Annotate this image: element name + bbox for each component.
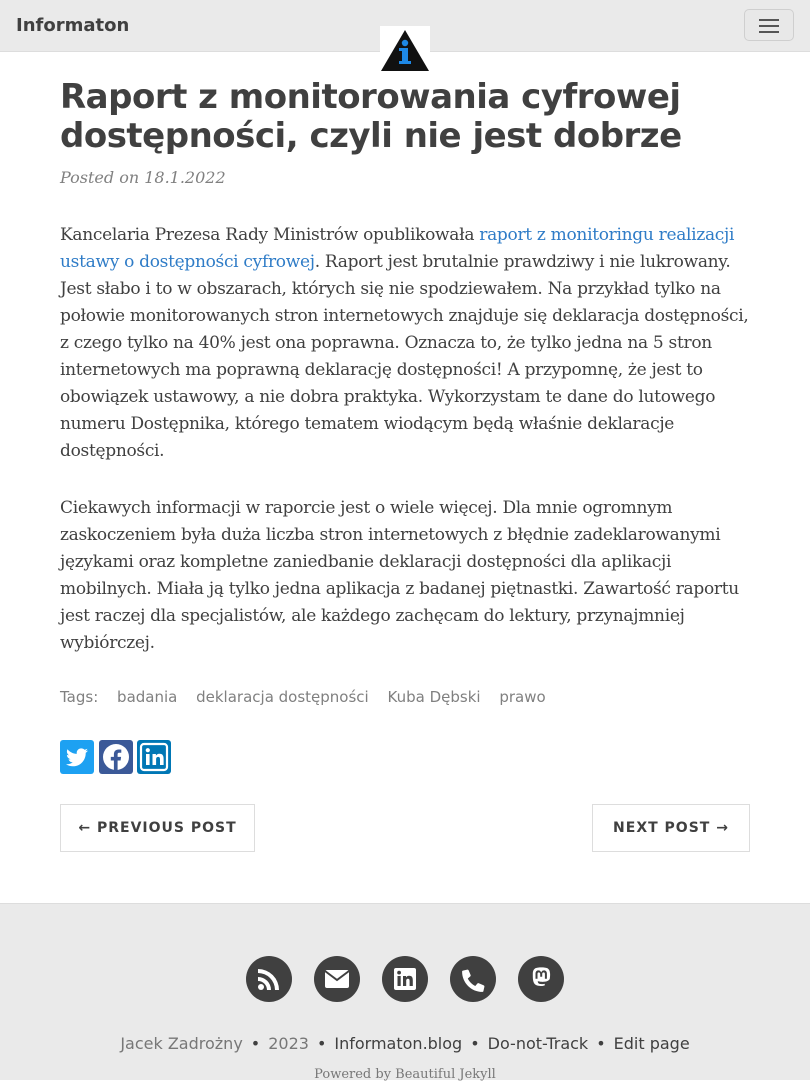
rss-icon [258,969,279,990]
info-logo-icon [381,30,429,71]
next-post-button[interactable]: NEXT POST → [592,804,750,852]
previous-post-button[interactable]: ← PREVIOUS POST [60,804,255,852]
menu-toggle-button[interactable] [744,9,794,41]
facebook-icon [103,744,129,770]
post-title: Raport z monitorowania cyfrowej dostępno… [60,77,682,156]
site-brand[interactable]: Informaton [16,15,129,36]
separator-dot: • [250,1034,261,1053]
separator-dot: • [470,1034,480,1053]
tag-link[interactable]: Kuba Dębski [388,688,481,706]
tag-link[interactable]: prawo [499,688,545,706]
footer-email-link[interactable] [314,956,360,1002]
linkedin-icon [139,742,169,772]
footer-author: Jacek Zadrożny [120,1034,243,1053]
mastodon-icon [532,967,551,986]
footer-year: 2023 [268,1034,309,1053]
phone-icon [462,969,485,992]
hamburger-line [759,19,779,21]
footer-phone-link[interactable] [450,956,496,1002]
paragraph-text: . Raport jest brutalnie prawdziwy i nie … [60,252,749,461]
post-paragraph-2: Ciekawych informacji w raporcie jest o w… [60,498,739,653]
footer-linkedin-link[interactable] [382,956,428,1002]
footer: Jacek Zadrożny • 2023 • Informaton.blog • Do-n… [0,903,810,1082]
site-logo[interactable] [380,26,430,72]
footer-edit-link[interactable]: Edit page [614,1034,690,1053]
hamburger-line [759,25,779,27]
share-twitter-button[interactable] [60,740,94,774]
tag-link[interactable]: deklaracja dostępności [196,688,369,706]
tags-row: Tags: badania deklaracja dostępności Kub… [60,688,560,706]
footer-site-link[interactable]: Informaton.blog [334,1034,462,1053]
share-linkedin-button[interactable] [137,740,171,774]
share-facebook-button[interactable] [99,740,133,774]
footer-dnt-link[interactable]: Do-not-Track [488,1034,589,1053]
twitter-icon [66,748,88,767]
hamburger-line [759,31,779,33]
post-date: Posted on 18.1.2022 [60,168,226,187]
tags-label: Tags: [60,688,99,706]
separator-dot: • [596,1034,606,1053]
footer-credits: Jacek Zadrożny • 2023 • Informaton.blog • Do-n… [0,1034,810,1053]
tag-link[interactable]: badania [117,688,177,706]
post-paragraph-1: Kancelaria Prezesa Rady Ministrów opubli… [60,222,755,465]
envelope-icon [324,970,350,988]
footer-rss-link[interactable] [246,956,292,1002]
paragraph-text: Kancelaria Prezesa Rady Ministrów opubli… [60,225,480,245]
separator-dot: • [316,1034,327,1053]
linkedin-icon [394,968,416,990]
footer-mastodon-link[interactable] [518,956,564,1002]
